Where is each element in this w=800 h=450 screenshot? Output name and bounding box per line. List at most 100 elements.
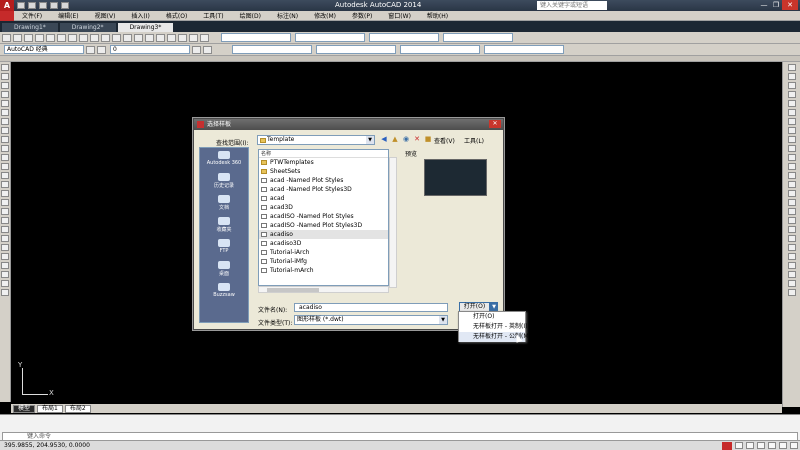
draw-tool-icon[interactable] — [1, 217, 9, 224]
menu-item[interactable]: 绘图(D) — [232, 11, 269, 20]
open-menu-item[interactable]: 打开(O) — [459, 312, 525, 322]
zoom-previous-icon[interactable] — [156, 33, 165, 42]
menu-item[interactable]: 工具(T) — [195, 11, 231, 20]
draw-tool-icon[interactable] — [1, 208, 9, 215]
search-web-icon[interactable]: ◉ — [402, 135, 410, 143]
place-item[interactable]: Autodesk 360 — [200, 148, 248, 170]
menu-item[interactable]: 修改(M) — [306, 11, 344, 20]
open-file-icon[interactable] — [28, 2, 36, 9]
menu-item[interactable]: 视图(V) — [87, 11, 124, 20]
draw-tool-icon[interactable] — [1, 262, 9, 269]
design-center-icon[interactable] — [178, 33, 187, 42]
qnew-icon[interactable] — [2, 33, 11, 42]
draw-tool-icon[interactable] — [1, 127, 9, 134]
annotation-scale-icon[interactable] — [746, 442, 754, 449]
place-item[interactable]: 历史记录 — [200, 170, 248, 192]
draw-tool-icon[interactable] — [1, 226, 9, 233]
plot-icon[interactable] — [35, 33, 44, 42]
draw-tool-icon[interactable] — [1, 73, 9, 80]
modify-tool-icon[interactable] — [787, 289, 796, 296]
draw-tool-icon[interactable] — [1, 91, 9, 98]
modify-tool-icon[interactable] — [787, 163, 796, 170]
file-list-item[interactable]: acad -Named Plot Styles — [259, 176, 388, 185]
new-folder-icon[interactable]: ■ — [424, 135, 432, 143]
filetype-combo[interactable]: 图形样板 (*.dwt) ▼ — [294, 315, 448, 325]
properties-icon[interactable] — [167, 33, 176, 42]
tool-palettes-icon[interactable] — [189, 33, 198, 42]
drawing-tab[interactable]: Drawing2* — [59, 23, 116, 32]
draw-tool-icon[interactable] — [1, 64, 9, 71]
modify-tool-icon[interactable] — [787, 217, 796, 224]
layout-tab[interactable]: 模型 — [13, 404, 36, 413]
minimize-button[interactable]: — — [758, 0, 770, 10]
modify-tool-icon[interactable] — [787, 226, 796, 233]
modify-tool-icon[interactable] — [787, 262, 796, 269]
scroll-thumb[interactable] — [267, 288, 319, 292]
modify-tool-icon[interactable] — [787, 136, 796, 143]
new-file-icon[interactable] — [17, 2, 25, 9]
workspace-switch-icon[interactable] — [735, 442, 743, 449]
draw-tool-icon[interactable] — [1, 136, 9, 143]
place-item[interactable]: Buzzsaw — [200, 280, 248, 302]
view-menu-button[interactable]: 查看(V) — [434, 136, 455, 145]
draw-tool-icon[interactable] — [1, 190, 9, 197]
place-item[interactable]: 文档 — [200, 192, 248, 214]
menu-item[interactable]: 帮助(H) — [419, 11, 456, 20]
file-list[interactable]: 名称 PTWTemplates SheetSets acad -Named Plot… — [258, 149, 389, 286]
file-list-horizontal-scrollbar[interactable] — [258, 286, 389, 293]
dim-style-combo[interactable] — [295, 33, 365, 42]
draw-tool-icon[interactable] — [1, 181, 9, 188]
draw-tool-icon[interactable] — [1, 118, 9, 125]
workspace-combo[interactable]: AutoCAD 经典 — [4, 45, 84, 54]
draw-tool-icon[interactable] — [1, 199, 9, 206]
menu-item[interactable]: 文件(F) — [14, 11, 50, 20]
paste-icon[interactable] — [79, 33, 88, 42]
modify-tool-icon[interactable] — [787, 244, 796, 251]
modify-tool-icon[interactable] — [787, 172, 796, 179]
redo-icon[interactable] — [112, 33, 121, 42]
zoom-icon[interactable] — [134, 33, 143, 42]
filename-input[interactable]: acadiso — [294, 303, 448, 312]
search-input[interactable]: 键入关键字或短语 — [537, 1, 607, 10]
up-folder-icon[interactable]: ▲ — [391, 135, 399, 143]
draw-tool-icon[interactable] — [1, 244, 9, 251]
undo-icon[interactable] — [50, 2, 58, 9]
file-list-item[interactable]: Tutorial-iArch — [259, 248, 388, 257]
modify-tool-icon[interactable] — [787, 280, 796, 287]
draw-tool-icon[interactable] — [1, 145, 9, 152]
place-item[interactable]: FTP — [200, 236, 248, 258]
clean-screen-icon[interactable] — [790, 442, 798, 449]
file-list-item[interactable]: acad — [259, 194, 388, 203]
modify-tool-icon[interactable] — [787, 118, 796, 125]
pan-icon[interactable] — [123, 33, 132, 42]
draw-tool-icon[interactable] — [1, 253, 9, 260]
layout-tab[interactable]: 布局2 — [64, 404, 91, 413]
file-list-item[interactable]: Tutorial-mArch — [259, 266, 388, 275]
plot-style-combo[interactable] — [484, 45, 564, 54]
copy-icon[interactable] — [68, 33, 77, 42]
table-style-combo[interactable] — [369, 33, 439, 42]
menu-item[interactable]: 参数(P) — [344, 11, 380, 20]
modify-tool-icon[interactable] — [787, 109, 796, 116]
file-list-item[interactable]: acadISO -Named Plot Styles — [259, 212, 388, 221]
modify-tool-icon[interactable] — [787, 208, 796, 215]
modify-tool-icon[interactable] — [787, 127, 796, 134]
modify-tool-icon[interactable] — [787, 235, 796, 242]
isolate-objects-icon[interactable] — [779, 442, 787, 449]
file-list-item[interactable]: PTWTemplates — [259, 158, 388, 167]
modify-tool-icon[interactable] — [787, 73, 796, 80]
close-button[interactable]: ✕ — [782, 0, 798, 10]
draw-tool-icon[interactable] — [1, 154, 9, 161]
lock-icon[interactable] — [757, 442, 765, 449]
save-icon[interactable] — [24, 33, 33, 42]
menu-item[interactable]: 插入(I) — [123, 11, 157, 20]
color-combo[interactable] — [232, 45, 312, 54]
menu-item[interactable]: 格式(O) — [158, 11, 195, 20]
layer-properties-icon[interactable] — [97, 45, 106, 54]
preview-icon[interactable] — [46, 33, 55, 42]
modify-tool-icon[interactable] — [787, 82, 796, 89]
modify-tool-icon[interactable] — [787, 181, 796, 188]
file-list-item[interactable]: acadISO -Named Plot Styles3D — [259, 221, 388, 230]
lineweight-combo[interactable] — [400, 45, 480, 54]
drawing-tab[interactable]: Drawing1* — [2, 23, 58, 32]
